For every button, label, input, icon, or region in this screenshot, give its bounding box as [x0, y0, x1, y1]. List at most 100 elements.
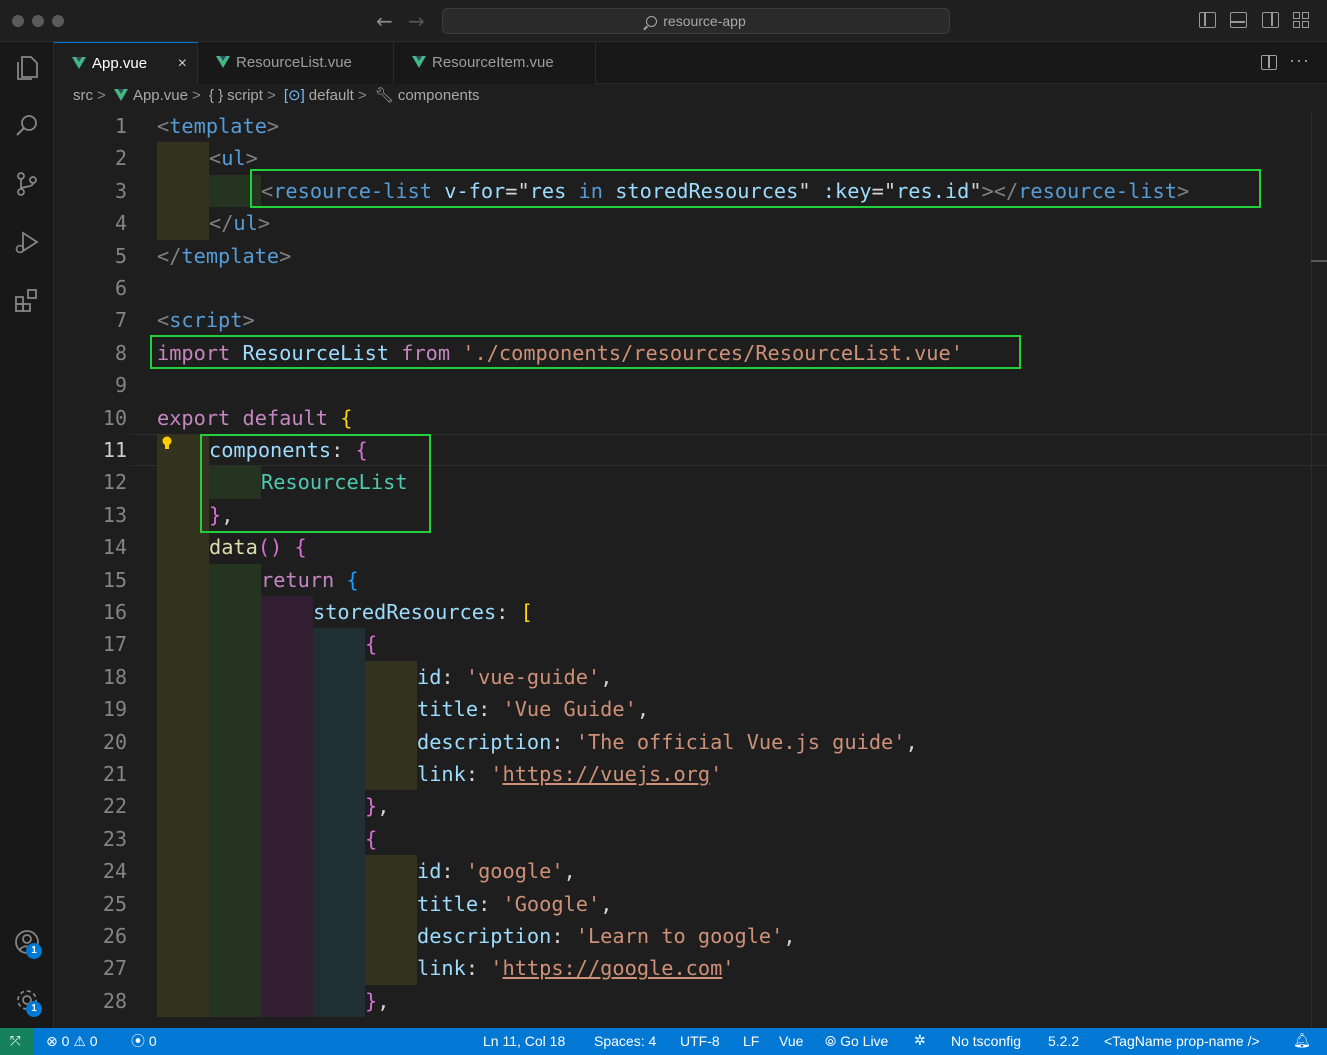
line-number: 10: [102, 405, 127, 430]
line-number: 16: [102, 600, 127, 624]
close-window-button[interactable]: [12, 15, 24, 27]
vue-file-icon: [412, 56, 426, 68]
code-line-18: id: 'vue-guide',: [417, 664, 613, 689]
tsconfig-status[interactable]: No tsconfig: [951, 1028, 1021, 1055]
tab-resourcelist-vue[interactable]: ResourceList.vue: [198, 42, 394, 84]
line-number: 23: [102, 826, 127, 851]
line-number: 8: [114, 340, 127, 365]
breadcrumb-default[interactable]: default: [309, 87, 354, 104]
tab-resourceitem-vue[interactable]: ResourceItem.vue: [394, 42, 596, 84]
code-line-21: link: 'https://vuejs.org': [417, 762, 723, 786]
line-number: 9: [114, 373, 127, 398]
line-number: 6: [114, 276, 127, 300]
command-center-search[interactable]: resource-app: [442, 8, 950, 34]
line-number: 12: [102, 470, 127, 495]
code-line-11: components: {: [209, 438, 368, 462]
line-number: 27: [102, 956, 127, 981]
code-line-13: },: [209, 502, 234, 527]
code-line-25: title: 'Google',: [417, 891, 613, 916]
breadcrumb-file[interactable]: App.vue: [133, 87, 188, 104]
indent-guide: [261, 596, 313, 1018]
typescript-version[interactable]: 5.2.2: [1048, 1028, 1079, 1055]
code-line-2: <ul>: [209, 146, 258, 171]
go-live-label: Go Live: [840, 1033, 889, 1049]
line-number: 26: [102, 924, 127, 948]
link-google[interactable]: https://google.com: [503, 956, 723, 980]
code-line-27: link: 'https://google.com': [417, 956, 735, 981]
line-number: 21: [102, 762, 127, 786]
code-line-24: id: 'google',: [417, 859, 576, 884]
breadcrumb-script[interactable]: script: [227, 87, 263, 104]
explorer-icon[interactable]: [13, 54, 41, 82]
breadcrumb-separator: >: [97, 87, 106, 104]
minimize-window-button[interactable]: [32, 15, 44, 27]
indent-guide: [157, 434, 209, 1018]
language-mode[interactable]: Vue: [779, 1028, 803, 1055]
indent-guide: [313, 628, 365, 1018]
code-line-5: </template>: [157, 243, 292, 268]
code-editor[interactable]: 1 2 3 4 5 6 7 8 9 10 11 12 13 14 15 16 17 18 19 20 21 22 23 24 2…: [54, 110, 1327, 1028]
line-number: 5: [114, 243, 127, 268]
split-editor-icon[interactable]: [1261, 55, 1277, 70]
forward-arrow-icon[interactable]: →: [408, 9, 425, 33]
wrench-icon: 🔧︎: [374, 87, 394, 104]
more-actions-icon[interactable]: ···: [1289, 50, 1310, 71]
code-line-7: <script>: [157, 308, 255, 333]
line-number: 11: [102, 438, 127, 462]
run-and-debug-icon[interactable]: [13, 228, 41, 256]
code-line-4: </ul>: [209, 211, 271, 236]
close-icon[interactable]: ×: [178, 43, 187, 85]
code-line-20: description: 'The official Vue.js guide'…: [417, 729, 918, 754]
vue-file-icon: [113, 89, 128, 101]
link-vuejs[interactable]: https://vuejs.org: [503, 762, 711, 786]
remote-indicator[interactable]: ⤱: [0, 1028, 34, 1055]
line-number: 24: [102, 859, 127, 884]
code-line-10: export default {: [157, 405, 353, 430]
tab-app-vue[interactable]: App.vue ×: [54, 42, 198, 84]
back-arrow-icon[interactable]: ←: [376, 9, 393, 33]
prettier-icon[interactable]: ✲: [914, 1028, 926, 1055]
lightbulb-icon[interactable]: [162, 436, 172, 450]
command-center-label: resource-app: [663, 13, 746, 29]
extensions-icon[interactable]: [13, 286, 41, 314]
notifications-bell-icon[interactable]: 🔔︎: [1293, 1028, 1311, 1055]
code-line-22: },: [365, 794, 390, 819]
search-icon: [646, 16, 658, 27]
problems-indicator[interactable]: ⊗ 0 ⚠ 0: [46, 1028, 98, 1055]
toggle-primary-sidebar-icon[interactable]: [1199, 12, 1216, 28]
encoding[interactable]: UTF-8: [680, 1028, 720, 1055]
code-line-14: data() {: [209, 535, 307, 560]
code-line-8: import ResourceList from './components/r…: [157, 340, 963, 365]
error-icon: ⊗: [46, 1034, 58, 1050]
search-icon[interactable]: [13, 112, 41, 140]
vertical-scrollbar[interactable]: [1311, 110, 1327, 1028]
customize-layout-icon[interactable]: [1293, 12, 1310, 28]
go-live-button[interactable]: ⦾ Go Live: [825, 1028, 888, 1055]
scrollbar-thumb[interactable]: [1311, 260, 1327, 262]
indent-guide: [157, 142, 209, 240]
line-number: 7: [114, 308, 127, 333]
cursor-position[interactable]: Ln 11, Col 18: [483, 1028, 565, 1055]
code-line-12: ResourceList: [261, 470, 408, 495]
tagname-format[interactable]: <TagName prop-name />: [1104, 1028, 1260, 1055]
ports-indicator[interactable]: ⦿ 0: [131, 1028, 157, 1055]
tab-label: ResourceItem.vue: [432, 54, 554, 71]
source-control-icon[interactable]: [13, 170, 41, 198]
code-line-17: {: [365, 632, 378, 657]
warning-icon: ⚠: [73, 1034, 86, 1050]
toggle-panel-icon[interactable]: [1230, 12, 1247, 28]
breadcrumb-components[interactable]: components: [398, 87, 480, 104]
line-number: 13: [102, 502, 127, 527]
zoom-window-button[interactable]: [52, 15, 64, 27]
line-number: 14: [102, 535, 127, 560]
breadcrumb-src[interactable]: src: [73, 87, 93, 104]
end-of-line[interactable]: LF: [743, 1028, 759, 1055]
code-line-28: },: [365, 988, 390, 1013]
radio-tower-icon: ⦾: [825, 1034, 837, 1050]
indentation[interactable]: Spaces: 4: [594, 1028, 656, 1055]
line-number: 17: [102, 632, 127, 657]
toggle-secondary-sidebar-icon[interactable]: [1262, 12, 1279, 28]
breadcrumb-separator: >: [191, 87, 201, 104]
warning-count: 0: [89, 1033, 98, 1049]
code-line-1: <template>: [157, 114, 280, 138]
